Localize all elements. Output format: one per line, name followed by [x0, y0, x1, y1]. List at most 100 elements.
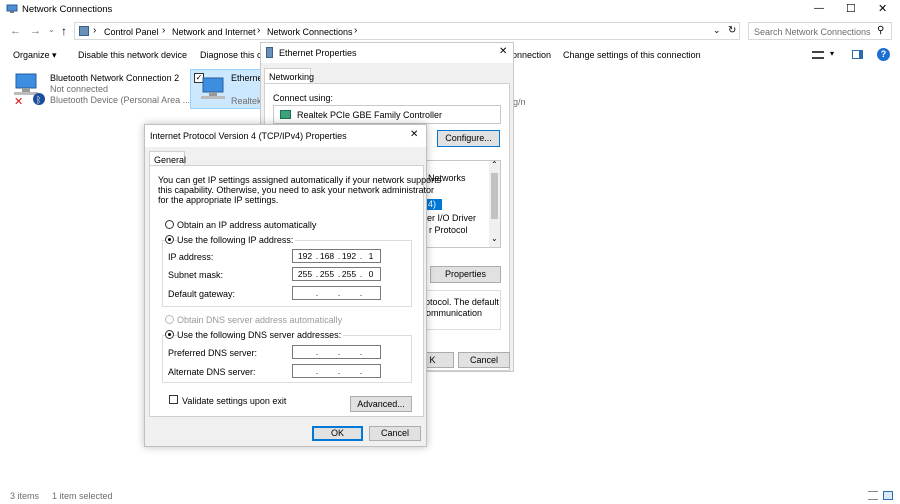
eth-cancel-button[interactable]: Cancel — [458, 352, 510, 368]
disable-device-button[interactable]: Disable this network device — [78, 50, 187, 60]
back-button[interactable]: ← — [10, 25, 21, 37]
alternate-dns-field[interactable]: . . . — [292, 364, 381, 378]
selection-count: 1 item selected — [52, 491, 113, 501]
breadcrumb-sep: › — [257, 25, 261, 36]
general-panel: You can get IP settings assigned automat… — [149, 165, 441, 417]
change-settings-button[interactable]: Change settings of this connection — [563, 50, 701, 60]
details-view-icon[interactable] — [868, 491, 878, 500]
search-input[interactable]: Search Network Connections — [754, 27, 871, 37]
refresh-icon[interactable]: ↻ — [728, 25, 736, 36]
address-dropdown-icon[interactable]: ⌄ — [713, 25, 721, 36]
up-button[interactable]: ↑ — [61, 24, 67, 38]
breadcrumb-sep: › — [354, 25, 358, 36]
organize-menu[interactable]: Organize ▾ — [13, 50, 57, 61]
list-item[interactable]: er I/O Driver — [427, 213, 476, 223]
tab-general[interactable]: General — [149, 151, 187, 166]
default-gateway-label: Default gateway: — [168, 289, 236, 299]
tab-label: General — [154, 155, 187, 165]
rename-button[interactable]: onnection — [512, 50, 551, 60]
breadcrumb-control-panel[interactable]: Control Panel — [104, 27, 159, 37]
description-line: ommunication — [426, 308, 483, 318]
advanced-button[interactable]: Advanced... — [350, 396, 412, 412]
intro-line: for the appropriate IP settings. — [158, 195, 279, 205]
alternate-dns-label: Alternate DNS server: — [168, 367, 256, 377]
breadcrumb-network-internet[interactable]: Network and Internet — [172, 27, 256, 37]
manual-dns-radio[interactable] — [165, 330, 174, 339]
dns-dot: . — [337, 366, 341, 376]
diagnose-button[interactable]: Diagnose this c — [200, 50, 262, 60]
tab-networking[interactable]: Networking — [264, 68, 314, 84]
view-options-icon[interactable] — [812, 51, 824, 59]
validate-checkbox[interactable] — [169, 395, 178, 404]
list-item[interactable]: r Protocol — [429, 225, 468, 235]
ethernet-adapter-icon — [199, 76, 229, 106]
auto-dns-label[interactable]: Obtain DNS server address automatically — [177, 315, 342, 325]
mask-octet: 255 — [297, 269, 313, 279]
connection-item-ethernet[interactable]: ✓ Etherne Realtek — [190, 69, 266, 109]
auto-dns-radio[interactable] — [165, 315, 174, 324]
dns-dot: . — [359, 366, 363, 376]
adapter-name: Realtek PCIe GBE Family Controller — [297, 110, 443, 120]
dialog-close-button[interactable]: ✕ — [499, 46, 507, 57]
search-box[interactable]: Search Network Connections ⚲ — [748, 22, 892, 40]
ip-octet: 1 — [368, 251, 374, 261]
forward-button[interactable]: → — [30, 25, 41, 37]
properties-button[interactable]: Properties — [430, 266, 501, 283]
connection-name: Etherne — [231, 73, 263, 83]
list-item[interactable]: 4) — [428, 199, 436, 209]
ipv4-ok-button[interactable]: OK — [312, 426, 363, 441]
gateway-dot: . — [337, 288, 341, 298]
validate-label[interactable]: Validate settings upon exit — [182, 396, 286, 406]
close-button[interactable]: ✕ — [878, 2, 887, 15]
help-icon[interactable]: ? — [877, 48, 890, 61]
connection-item-bluetooth[interactable]: ✕ ᛒ Bluetooth Network Connection 2 Not co… — [10, 70, 190, 110]
ip-address-field[interactable]: 192 . 168 . 192 . 1 — [292, 249, 381, 263]
preferred-dns-field[interactable]: . . . — [292, 345, 381, 359]
recent-dropdown-icon[interactable]: ⌄ — [48, 25, 55, 34]
auto-ip-label[interactable]: Obtain an IP address automatically — [177, 220, 316, 230]
address-box[interactable]: › Control Panel › Network and Internet ›… — [74, 22, 740, 40]
ip-octet: 168 — [319, 251, 335, 261]
intro-line: this capability. Otherwise, you need to … — [158, 185, 434, 195]
manual-dns-label[interactable]: Use the following DNS server addresses: — [177, 330, 344, 340]
dns-dot: . — [315, 366, 319, 376]
ipv4-cancel-button[interactable]: Cancel — [369, 426, 421, 441]
connection-status: Not connected — [50, 84, 109, 94]
adapter-box: Realtek PCIe GBE Family Controller — [273, 105, 501, 124]
ip-octet: 192 — [297, 251, 313, 261]
dialog-close-button[interactable]: ✕ — [410, 129, 418, 140]
mask-octet: 255 — [341, 269, 357, 279]
dialog-title-bar: Ethernet Properties ✕ — [261, 43, 513, 63]
tiles-view-icon[interactable] — [883, 491, 893, 500]
breadcrumb-sep: › — [162, 25, 166, 36]
gateway-dot: . — [359, 288, 363, 298]
subnet-mask-label: Subnet mask: — [168, 270, 224, 280]
mask-octet: 255 — [319, 269, 335, 279]
maximize-button[interactable]: ☐ — [846, 2, 856, 15]
scroll-down-icon[interactable]: ⌄ — [491, 234, 498, 243]
connection-device: Realtek — [231, 96, 262, 106]
breadcrumb-network-connections[interactable]: Network Connections — [267, 27, 353, 37]
manual-ip-label[interactable]: Use the following IP address: — [177, 235, 296, 245]
configure-button[interactable]: Configure... — [437, 130, 500, 147]
cancel-label: Cancel — [469, 355, 498, 365]
dialog-title: Internet Protocol Version 4 (TCP/IPv4) P… — [150, 131, 347, 141]
network-connections-icon — [6, 4, 18, 14]
subnet-mask-field[interactable]: 255 . 255 . 255 . 0 — [292, 267, 381, 281]
dns-dot: . — [337, 347, 341, 357]
view-dropdown-icon[interactable]: ▾ — [830, 49, 834, 58]
preview-pane-icon[interactable] — [852, 50, 863, 59]
minimize-button[interactable]: — — [814, 3, 824, 14]
auto-ip-radio[interactable] — [165, 220, 174, 229]
scroll-thumb[interactable] — [491, 173, 498, 219]
preferred-dns-label: Preferred DNS server: — [168, 348, 258, 358]
scroll-up-icon[interactable]: ⌃ — [491, 160, 498, 169]
dialog-title-bar: Internet Protocol Version 4 (TCP/IPv4) P… — [145, 125, 426, 147]
navigation-bar: ← → ⌄ ↑ › Control Panel › Network and In… — [0, 21, 900, 43]
list-scrollbar[interactable]: ⌃ ⌄ — [489, 160, 500, 247]
components-list[interactable]: Networks 4) er I/O Driver r Protocol ⌃ ⌄ — [415, 160, 501, 248]
adapter-icon — [280, 110, 291, 119]
manual-ip-radio[interactable] — [165, 235, 174, 244]
default-gateway-field[interactable]: . . . — [292, 286, 381, 300]
svg-text:✕: ✕ — [14, 95, 23, 106]
